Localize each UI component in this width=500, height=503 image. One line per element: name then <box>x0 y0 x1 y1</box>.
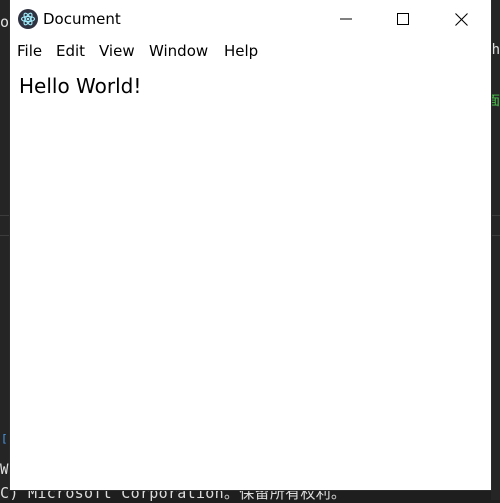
page-heading: Hello World! <box>19 74 142 98</box>
terminal-divider <box>491 235 500 236</box>
minimize-icon <box>340 18 352 20</box>
menu-view[interactable]: View <box>99 42 135 60</box>
maximize-button[interactable] <box>374 0 432 38</box>
terminal-right-text: h <box>491 42 500 58</box>
terminal-left-bracket-text: [ <box>1 432 8 445</box>
terminal-divider <box>0 215 10 216</box>
menu-bar: File Edit View Window Help <box>10 38 491 64</box>
close-icon <box>454 12 468 26</box>
terminal-left-text: o <box>0 13 10 31</box>
document-content: Hello World! <box>10 64 491 490</box>
window-title: Document <box>43 10 121 28</box>
menu-edit[interactable]: Edit <box>56 42 85 60</box>
app-window: Document File Edit View Window Help Hell… <box>10 0 491 490</box>
menu-window[interactable]: Window <box>149 42 208 60</box>
menu-file[interactable]: File <box>17 42 42 60</box>
terminal-left-w-text: W <box>0 462 9 478</box>
close-button[interactable] <box>432 0 490 38</box>
minimize-button[interactable] <box>317 0 375 38</box>
electron-atom-icon <box>18 9 38 29</box>
maximize-icon <box>397 13 409 25</box>
terminal-divider <box>0 235 10 236</box>
terminal-right-edge <box>491 0 500 500</box>
menu-help[interactable]: Help <box>224 42 258 60</box>
terminal-left-edge <box>0 0 9 500</box>
terminal-divider <box>491 215 500 216</box>
title-bar[interactable]: Document <box>10 0 491 38</box>
